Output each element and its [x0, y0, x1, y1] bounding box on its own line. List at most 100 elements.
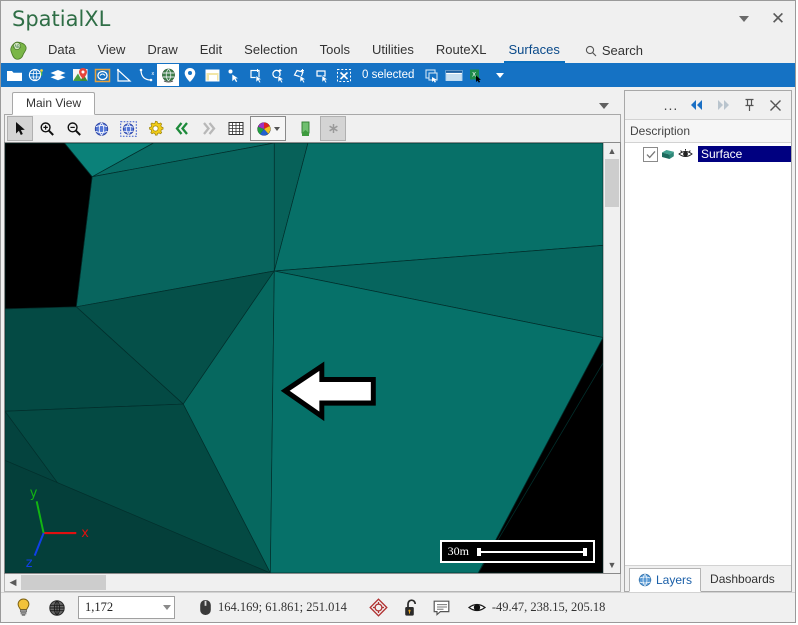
- snap-target-icon: [369, 598, 388, 617]
- open-folder-icon[interactable]: [3, 64, 25, 86]
- view-coordinates: -49.47, 238.15, 205.18: [491, 600, 606, 614]
- note-window-icon[interactable]: [201, 64, 223, 86]
- pin-icon[interactable]: [737, 94, 761, 116]
- globe-3d-icon[interactable]: [157, 64, 179, 86]
- scale-combobox[interactable]: 1,172: [78, 596, 175, 619]
- layer-visibility-checkbox[interactable]: [643, 146, 658, 162]
- table-view-icon[interactable]: [443, 64, 465, 86]
- viewport-horizontal-scrollbar[interactable]: ◀: [4, 574, 621, 592]
- more-options-icon[interactable]: ...: [659, 94, 683, 116]
- scale-value: 1,172: [85, 600, 114, 614]
- search-label: Search: [601, 43, 644, 58]
- viewport-container: x y z 30m ▲ ▼: [4, 142, 621, 574]
- menu-item-edit[interactable]: Edit: [189, 40, 233, 63]
- menu-item-utilities[interactable]: Utilities: [361, 40, 425, 63]
- map-pin-image-icon[interactable]: [69, 64, 91, 86]
- curve-points-icon[interactable]: x: [135, 64, 157, 86]
- tree-item-surface[interactable]: Surface: [625, 145, 791, 163]
- status-lock-button[interactable]: [396, 595, 427, 620]
- menu-item-routexl[interactable]: RouteXL: [425, 40, 498, 63]
- place-marker-icon[interactable]: [179, 64, 201, 86]
- layers-stack-icon[interactable]: [47, 64, 69, 86]
- select-rectangle-icon[interactable]: [245, 64, 267, 86]
- select-circle-icon[interactable]: [267, 64, 289, 86]
- tab-layers[interactable]: Layers: [629, 568, 702, 592]
- bookmark-flag-icon[interactable]: [293, 116, 319, 141]
- lightbulb-icon: [17, 598, 30, 616]
- window-close-button[interactable]: ✕: [761, 4, 795, 34]
- svg-text:X: X: [472, 71, 476, 78]
- scale-combobox-wrapper: 1,172: [74, 595, 183, 620]
- next-double-chevron-icon[interactable]: [196, 116, 222, 141]
- triangle-measure-icon[interactable]: [113, 64, 135, 86]
- document-pane: Main View x y z 30m ▲ ▼ ◀: [4, 90, 621, 592]
- viewport-vertical-scrollbar[interactable]: ▲ ▼: [603, 143, 620, 573]
- combo-caret-icon[interactable]: [163, 605, 171, 610]
- menu-item-selection[interactable]: Selection: [233, 40, 308, 63]
- wireframe-globe-icon: [49, 599, 65, 616]
- svg-text:AB: AB: [14, 44, 20, 49]
- svg-text:z: z: [26, 556, 33, 571]
- mouse-icon: [200, 600, 211, 615]
- tab-main-view[interactable]: Main View: [12, 92, 96, 115]
- menu-item-tools[interactable]: Tools: [309, 40, 361, 63]
- visibility-eye-icon[interactable]: [678, 148, 693, 160]
- settings-gear-icon[interactable]: [142, 116, 168, 141]
- eye-icon: [467, 603, 486, 612]
- copy-selection-icon[interactable]: [421, 64, 443, 86]
- layers-tree[interactable]: Surface: [625, 143, 791, 565]
- tree-item-label[interactable]: Surface: [698, 146, 791, 162]
- menu-item-view[interactable]: View: [86, 40, 136, 63]
- message-balloon-icon: [433, 600, 450, 616]
- svg-text:x: x: [81, 526, 89, 541]
- surface-mesh: x y z: [5, 143, 603, 573]
- status-snap-target-button[interactable]: [355, 595, 396, 620]
- app-logo-icon[interactable]: AB: [5, 40, 31, 62]
- close-panel-icon[interactable]: [763, 94, 787, 116]
- scroll-down-arrow-icon[interactable]: ▼: [604, 557, 620, 573]
- tab-dashboards[interactable]: Dashboards: [701, 567, 784, 591]
- grid-icon[interactable]: [223, 116, 249, 141]
- vscroll-track[interactable]: [604, 159, 620, 557]
- zoom-in-icon[interactable]: [34, 116, 60, 141]
- 3d-viewport[interactable]: x y z 30m: [5, 143, 603, 573]
- select-fence-icon[interactable]: [311, 64, 333, 86]
- select-arrow-tool[interactable]: [7, 116, 33, 141]
- status-lightbulb-button[interactable]: [7, 595, 40, 620]
- search-menu-item[interactable]: Search: [571, 41, 653, 63]
- status-message-button[interactable]: [427, 595, 458, 620]
- previous-double-chevron-icon[interactable]: [169, 116, 195, 141]
- palette-dropdown-caret-icon[interactable]: [274, 126, 280, 131]
- scroll-up-arrow-icon[interactable]: ▲: [604, 143, 620, 159]
- app-title: SpatialXL: [12, 7, 111, 31]
- search-icon: [585, 45, 597, 56]
- vscroll-thumb[interactable]: [605, 159, 619, 207]
- status-wireframe-globe-button[interactable]: [40, 595, 74, 620]
- scale-bar-label: 30m: [447, 544, 469, 558]
- clear-selection-icon[interactable]: [333, 64, 355, 86]
- overflow-caret-icon[interactable]: [496, 72, 505, 78]
- menu-item-data[interactable]: Data: [37, 40, 86, 63]
- hscroll-track[interactable]: [21, 574, 620, 591]
- menu-item-draw[interactable]: Draw: [136, 40, 188, 63]
- globe-palette-icon[interactable]: [25, 64, 47, 86]
- hscroll-thumb[interactable]: [21, 575, 106, 590]
- select-polygon-icon[interactable]: [289, 64, 311, 86]
- expand-right-icon[interactable]: [711, 94, 735, 116]
- scale-bar: 30m: [439, 540, 595, 563]
- scroll-left-arrow-icon[interactable]: ◀: [5, 574, 21, 591]
- globe-view-icon[interactable]: [88, 116, 114, 141]
- collapse-left-icon[interactable]: [685, 94, 709, 116]
- select-point-icon[interactable]: [223, 64, 245, 86]
- boundary-icon[interactable]: [91, 64, 113, 86]
- color-palette-icon[interactable]: [250, 116, 286, 141]
- globe-select-icon[interactable]: [115, 116, 141, 141]
- asterisk-icon[interactable]: [320, 116, 346, 141]
- zoom-out-icon[interactable]: [61, 116, 87, 141]
- tab-menu-caret-icon[interactable]: [599, 103, 609, 109]
- export-excel-icon[interactable]: X: [465, 64, 487, 86]
- application-window: SpatialXL ✕ AB Data View Draw Edit Selec…: [0, 0, 796, 623]
- mouse-coordinates-group: 164.169; 61.861; 251.014: [183, 595, 355, 620]
- menu-item-surfaces[interactable]: Surfaces: [498, 40, 571, 63]
- titlebar-dropdown-button[interactable]: [727, 4, 761, 34]
